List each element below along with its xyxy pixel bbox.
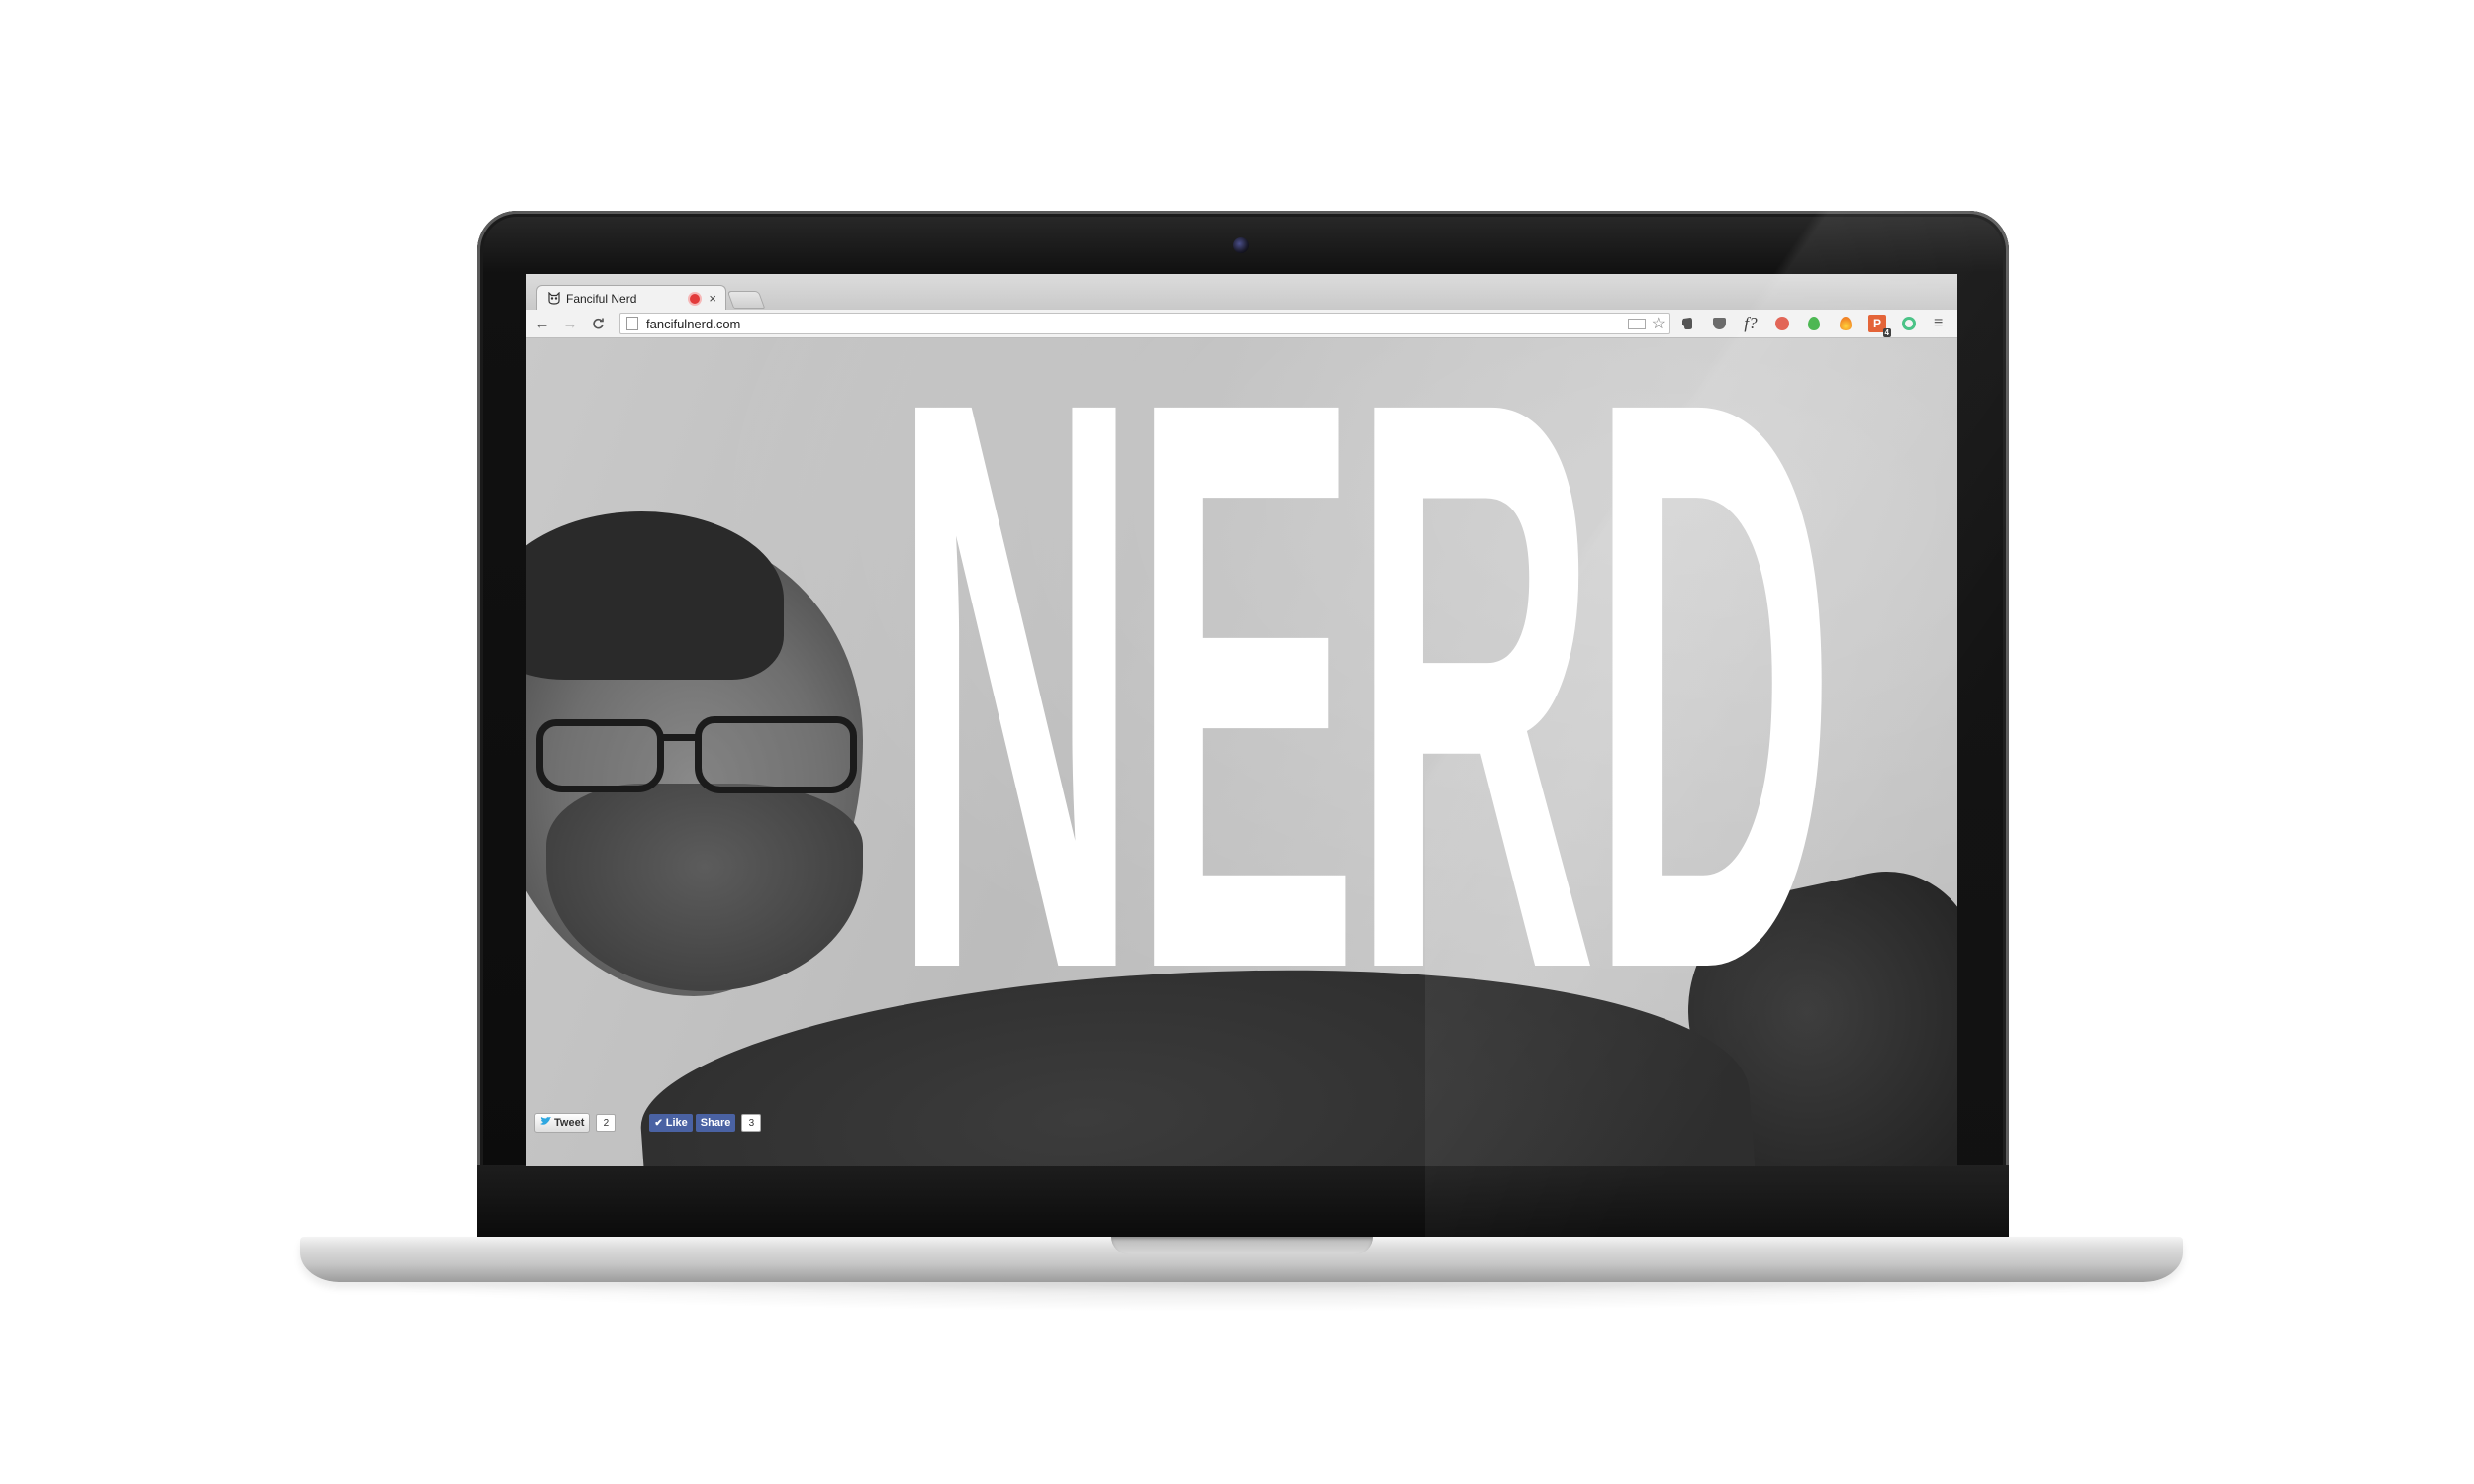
- social-share-bar: Tweet 2 ✔ Like Share 3: [534, 1113, 762, 1133]
- whatfont-extension-icon[interactable]: f?: [1742, 314, 1760, 332]
- camera-indicator-icon[interactable]: [1627, 318, 1646, 329]
- facebook-share-button[interactable]: Share: [695, 1114, 736, 1132]
- hero-title: NERD: [893, 338, 1836, 1090]
- reload-icon[interactable]: [586, 312, 610, 335]
- page-icon: [626, 317, 638, 330]
- like-label: Like: [665, 1117, 688, 1129]
- twitter-bird-icon: [540, 1117, 551, 1129]
- evernote-extension-icon[interactable]: [1678, 315, 1696, 332]
- ghostery-extension-icon[interactable]: [1773, 315, 1791, 332]
- menu-icon[interactable]: ≡: [1934, 315, 1948, 332]
- extension-icons: f? P 4 ≡: [1678, 314, 1948, 337]
- tweet-count: 2: [596, 1114, 617, 1132]
- tab-close-icon[interactable]: ×: [709, 292, 716, 305]
- glasses-bridge: [657, 734, 699, 741]
- recording-indicator-icon: [690, 293, 701, 304]
- share-count: 3: [741, 1114, 762, 1132]
- pocket-extension-icon[interactable]: [1710, 315, 1728, 332]
- laptop-bezel-bottom: [477, 1165, 2009, 1242]
- macbook-mockup: Fanciful Nerd × ← → fancifulnerd.com ☆ f…: [0, 0, 2474, 1484]
- feedly-extension-icon[interactable]: [1805, 315, 1823, 332]
- back-arrow-icon[interactable]: ←: [530, 312, 554, 335]
- glasses-lens-right: [695, 716, 857, 793]
- laptop-opening-notch: [1111, 1237, 1373, 1254]
- browser-tab-strip: Fanciful Nerd ×: [526, 274, 1957, 311]
- laptop-screen: Fanciful Nerd × ← → fancifulnerd.com ☆ f…: [526, 274, 1957, 1166]
- badge-extension-icon[interactable]: P 4: [1868, 315, 1891, 337]
- address-bar[interactable]: fancifulnerd.com ☆: [619, 313, 1670, 334]
- browser-toolbar: ← → fancifulnerd.com ☆ f? P 4 ≡: [526, 310, 1957, 338]
- tweet-button[interactable]: Tweet: [534, 1113, 591, 1133]
- web-page: NERD Tweet 2 ✔ Like Share 3: [526, 338, 1957, 1166]
- glasses-lens-left: [536, 719, 664, 792]
- laptop-shadow: [327, 1282, 2157, 1312]
- fire-extension-icon[interactable]: [1837, 315, 1855, 332]
- bookmark-star-icon[interactable]: ☆: [1652, 314, 1665, 333]
- tab-title: Fanciful Nerd: [566, 291, 637, 306]
- owl-favicon-icon: [547, 292, 561, 306]
- green-ring-extension-icon[interactable]: [1900, 315, 1918, 332]
- badge-count: 4: [1882, 328, 1891, 337]
- browser-tab-active[interactable]: Fanciful Nerd ×: [536, 285, 726, 311]
- facebook-like-button[interactable]: ✔ Like: [649, 1114, 693, 1132]
- forward-arrow-icon[interactable]: →: [558, 312, 582, 335]
- webcam-icon: [1233, 237, 1249, 253]
- new-tab-button[interactable]: [726, 291, 766, 309]
- check-icon: ✔: [654, 1117, 663, 1129]
- tweet-label: Tweet: [554, 1117, 585, 1129]
- share-label: Share: [700, 1117, 731, 1129]
- badge-letter: P: [1872, 317, 1881, 330]
- url-text: fancifulnerd.com: [646, 316, 741, 331]
